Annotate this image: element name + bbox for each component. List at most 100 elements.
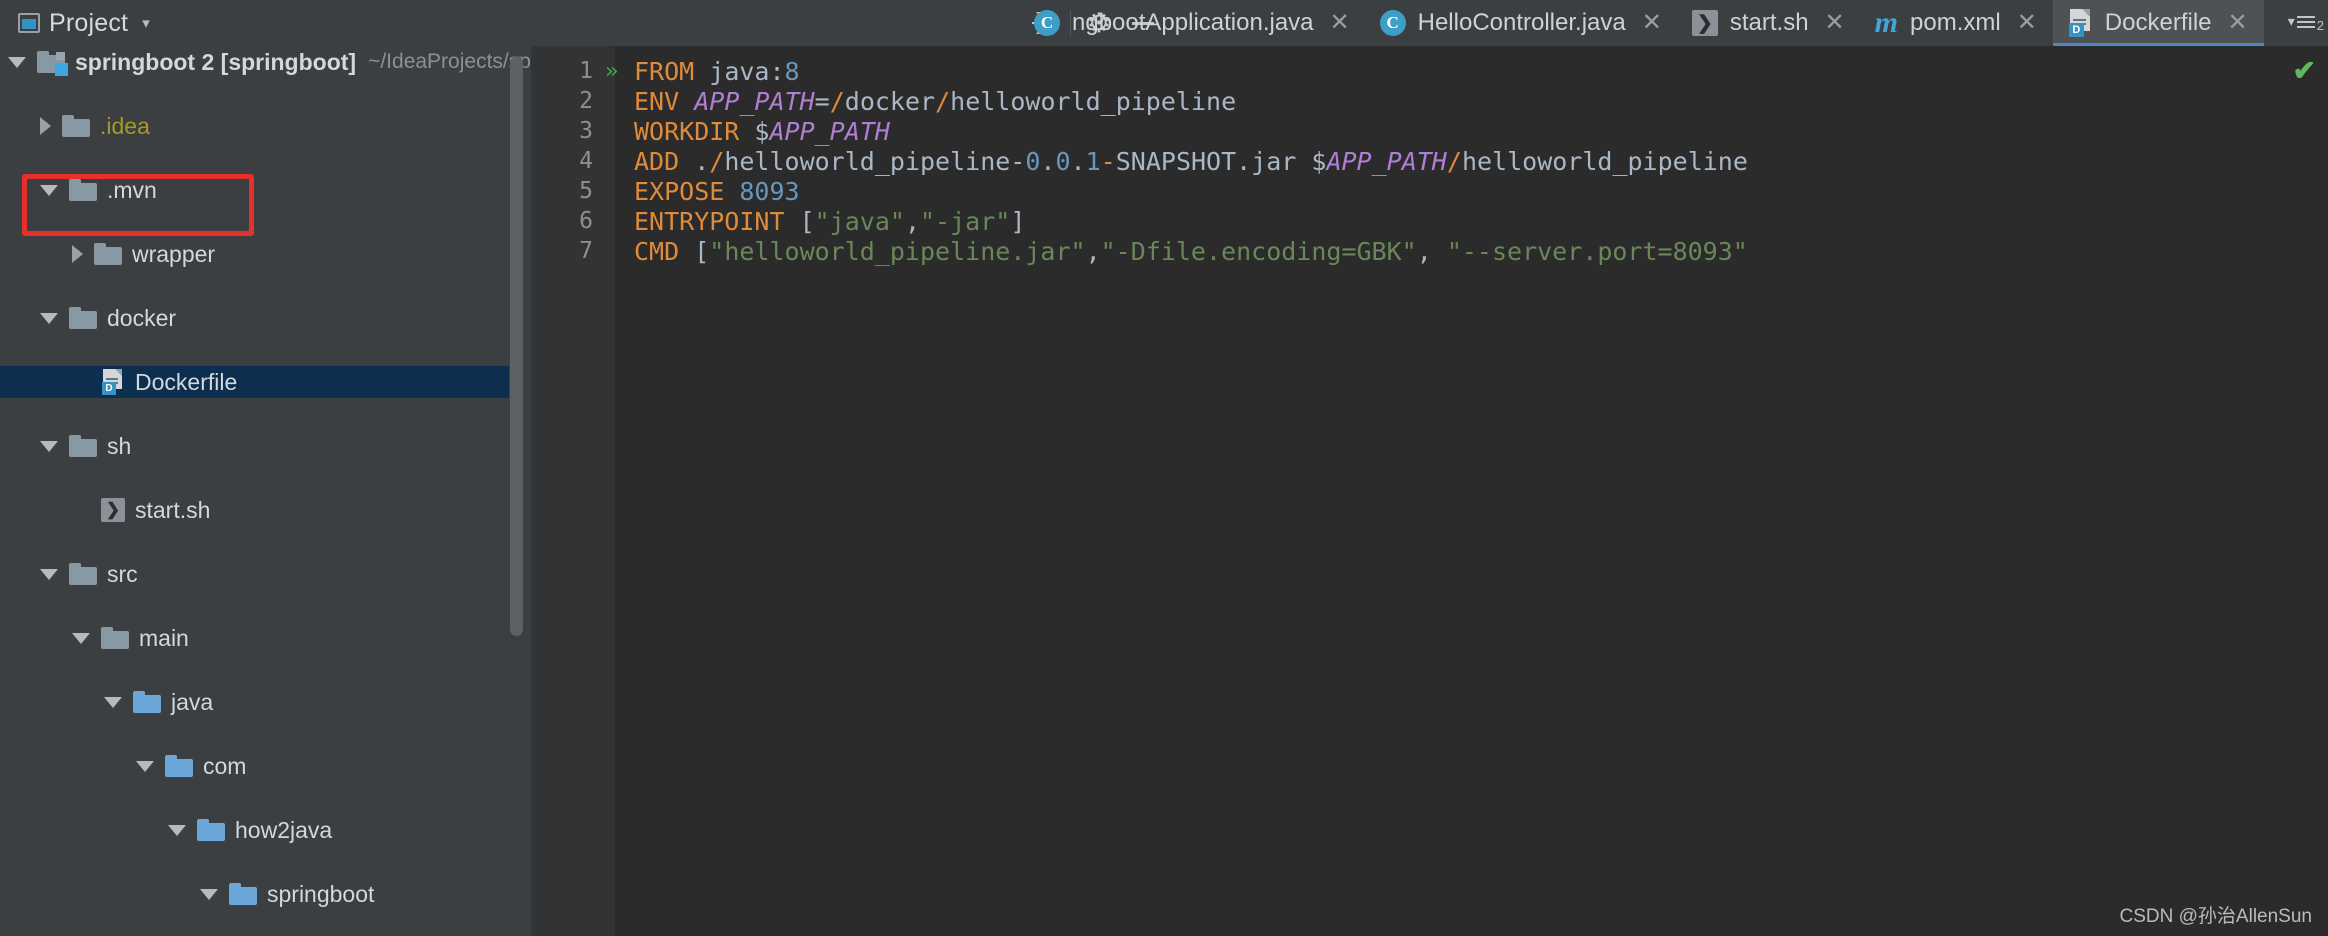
code-text: CMD ["helloworld_pipeline.jar","-Dfile.e… <box>634 236 1748 266</box>
source-folder-icon <box>133 691 161 713</box>
tab-label: HelloController.java <box>1417 9 1626 36</box>
no-expand-arrow <box>72 382 90 383</box>
expand-arrow-down-icon[interactable] <box>72 632 90 644</box>
code-editor[interactable]: 1 » FROM java:8 2 ENV APP_PATH=/docker/h… <box>531 46 2328 936</box>
tree-node-wrapper[interactable]: wrapper <box>0 238 531 270</box>
tree-node-label: docker <box>107 304 177 331</box>
editor-tab-bar: C ngbootApplication.java ✕ C HelloContro… <box>1020 0 2264 46</box>
expand-arrow-down-icon[interactable] <box>40 440 58 452</box>
tree-node-label: src <box>107 560 138 587</box>
inspection-status-icon[interactable]: ✔ <box>2293 54 2316 87</box>
code-text: WORKDIR $APP_PATH <box>634 116 890 146</box>
line-number: 6 <box>579 208 593 234</box>
folder-icon <box>69 435 97 457</box>
dockerfile-icon: D <box>101 369 125 395</box>
folder-icon <box>69 179 97 201</box>
shell-script-icon: ❯ <box>1691 10 1718 36</box>
tree-node-how2java[interactable]: how2java <box>0 814 531 846</box>
expand-arrow-down-icon[interactable] <box>200 888 218 900</box>
idea-window: Project ▾ ⚙ C ngbootApplication.java ✕ C… <box>0 0 2328 936</box>
expand-arrow-down-icon[interactable] <box>104 696 122 708</box>
tree-node-docker[interactable]: docker <box>0 302 531 334</box>
tree-node-springboot-pkg[interactable]: springboot <box>0 878 531 910</box>
tree-node-java[interactable]: java <box>0 686 531 718</box>
tree-node-label: how2java <box>235 816 333 843</box>
code-text: ENTRYPOINT ["java","-jar"] <box>634 206 1026 236</box>
project-toolwindow-title[interactable]: Project ▾ <box>18 7 150 39</box>
tab-label: start.sh <box>1729 9 1809 36</box>
java-class-icon: C <box>1379 10 1406 36</box>
tree-node-label: springboot <box>267 880 375 907</box>
tree-node-springboot-module[interactable]: springboot 2 [springboot] ~/IdeaProjects… <box>0 46 531 78</box>
maven-icon: m <box>1874 6 1898 39</box>
tree-node-label: java <box>171 688 214 715</box>
folder-icon <box>69 307 97 329</box>
expand-arrow-right-icon[interactable] <box>72 245 83 263</box>
tab-pom-xml[interactable]: m pom.xml ✕ <box>1861 0 2053 46</box>
tree-node-mvn[interactable]: .mvn <box>0 174 531 206</box>
tree-node-label: springboot 2 [springboot] <box>75 48 357 75</box>
close-icon[interactable]: ✕ <box>1642 11 1662 35</box>
tab-springboot-application[interactable]: C ngbootApplication.java ✕ <box>1020 0 1366 46</box>
hidden-tabs-count: 2 <box>2316 18 2324 33</box>
expand-arrow-down-icon[interactable] <box>168 824 186 836</box>
tree-node-label: main <box>139 624 189 651</box>
module-folder-icon <box>37 51 68 76</box>
folder-icon <box>101 627 129 649</box>
project-tree[interactable]: springboot 2 [springboot] ~/IdeaProjects… <box>0 46 531 936</box>
tabs-overflow-button[interactable]: ▾ 2 <box>2288 10 2324 33</box>
run-configuration-icon[interactable]: » <box>605 59 618 84</box>
expand-arrow-down-icon[interactable] <box>40 568 58 580</box>
close-icon[interactable]: ✕ <box>1330 11 1350 35</box>
tree-node-src[interactable]: src <box>0 558 531 590</box>
tab-label: ngbootApplication.java <box>1072 9 1314 36</box>
tree-node-label: .mvn <box>107 176 157 203</box>
toolwindow-header: Project ▾ ⚙ C ngbootApplication.java ✕ C… <box>0 0 2328 46</box>
package-icon <box>165 755 193 777</box>
tab-dockerfile[interactable]: D Dockerfile ✕ <box>2052 0 2264 46</box>
tree-node-label: start.sh <box>135 496 211 523</box>
tab-label: pom.xml <box>1910 9 2001 36</box>
watermark-text: CSDN @孙治AllenSun <box>2119 906 2312 927</box>
line-number: 3 <box>579 118 593 144</box>
expand-arrow-down-icon[interactable] <box>40 184 58 196</box>
folder-icon <box>62 115 90 137</box>
project-window-icon <box>18 13 40 33</box>
tree-node-com[interactable]: com <box>0 750 531 782</box>
tree-node-start-sh[interactable]: ❯ start.sh <box>0 494 531 526</box>
tree-node-sh[interactable]: sh <box>0 430 531 462</box>
tree-node-label: sh <box>107 432 132 459</box>
expand-arrow-down-icon[interactable] <box>8 56 26 68</box>
code-text: FROM java:8 <box>634 56 800 86</box>
line-number: 7 <box>579 238 593 264</box>
close-icon[interactable]: ✕ <box>2017 11 2037 35</box>
expand-arrow-right-icon[interactable] <box>40 117 51 135</box>
close-icon[interactable]: ✕ <box>1825 11 1845 35</box>
code-text: ENV APP_PATH=/docker/helloworld_pipeline <box>634 86 1237 116</box>
dockerfile-icon: D <box>2067 9 2093 37</box>
tree-node-dockerfile[interactable]: D Dockerfile <box>0 366 509 398</box>
close-icon[interactable]: ✕ <box>2228 11 2248 35</box>
expand-arrow-down-icon[interactable] <box>136 760 154 772</box>
tab-label: Dockerfile <box>2104 9 2212 36</box>
folder-icon <box>94 243 122 265</box>
tree-node-idea[interactable]: .idea <box>0 110 531 142</box>
toolwindow-title-text: Project <box>49 8 129 37</box>
chevron-down-icon[interactable]: ▾ <box>142 16 150 31</box>
tab-hello-controller[interactable]: C HelloController.java ✕ <box>1366 0 1678 46</box>
tab-list-icon <box>2296 15 2315 28</box>
tree-scrollbar[interactable] <box>510 56 523 636</box>
no-expand-arrow <box>72 510 90 511</box>
java-class-icon: C <box>1034 10 1060 36</box>
package-icon <box>197 819 225 841</box>
tree-node-label: wrapper <box>132 240 216 267</box>
tree-node-main[interactable]: main <box>0 622 531 654</box>
line-number: 2 <box>579 88 593 114</box>
expand-arrow-down-icon[interactable] <box>40 312 58 324</box>
shell-script-icon: ❯ <box>101 498 125 522</box>
line-number: 1 <box>579 58 593 84</box>
tab-start-sh[interactable]: ❯ start.sh ✕ <box>1678 0 1861 46</box>
module-path-hint: ~/IdeaProjects/sp <box>368 50 531 73</box>
tree-node-label: .idea <box>100 112 150 139</box>
code-text: EXPOSE 8093 <box>634 176 800 206</box>
